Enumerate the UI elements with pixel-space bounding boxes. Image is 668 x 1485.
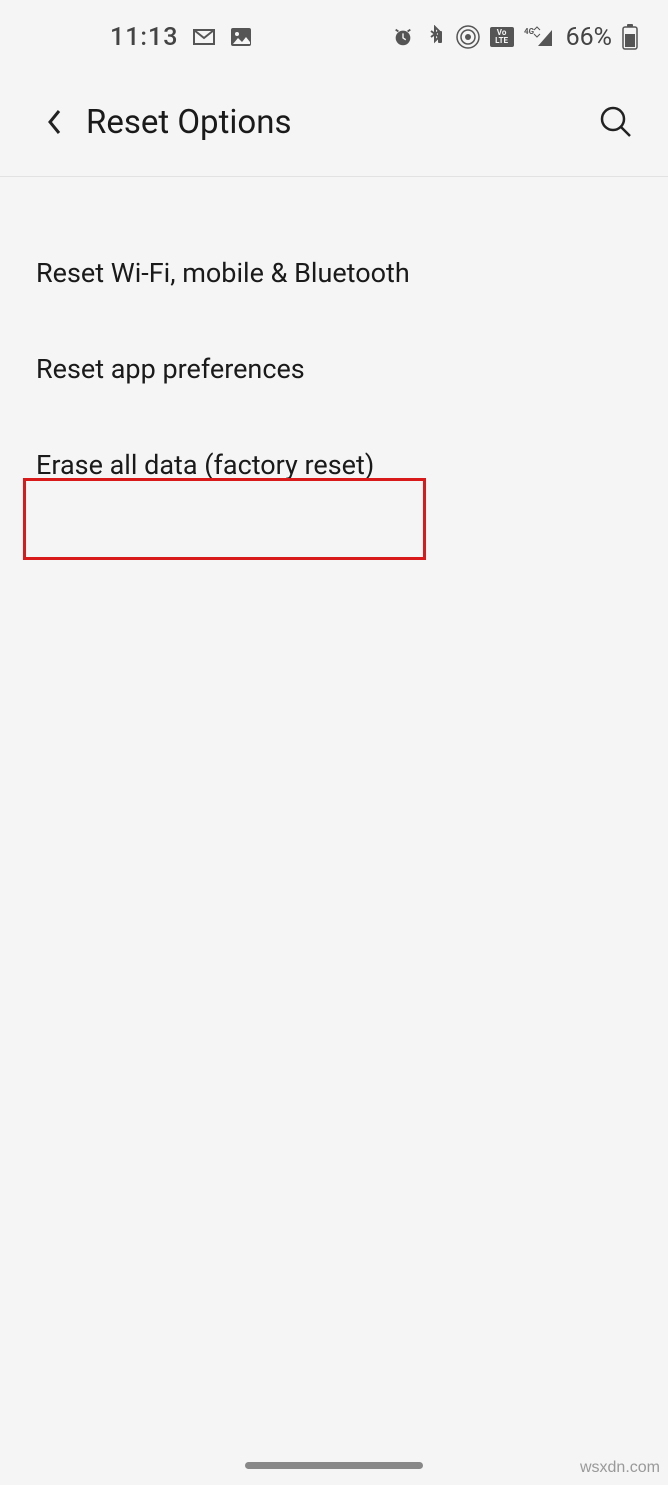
search-icon [599,105,633,139]
signal-icon: 4G [524,26,554,48]
app-header: Reset Options [0,60,668,177]
status-bar: 11:13 VoLTE 4G 66% [0,0,668,60]
image-icon [230,27,252,47]
volte-icon: VoLTE [490,27,514,47]
options-list: Reset Wi-Fi, mobile & Bluetooth Reset ap… [0,177,668,513]
battery-icon [622,24,638,50]
hotspot-icon [456,25,480,49]
svg-text:4G: 4G [524,27,535,36]
status-time: 11:13 [110,23,178,52]
watermark: wsxdn.com [580,1459,660,1477]
option-erase-all-data[interactable]: Erase all data (factory reset) [0,417,668,513]
option-reset-wifi[interactable]: Reset Wi-Fi, mobile & Bluetooth [0,225,668,321]
status-left: 11:13 [110,23,252,52]
gmail-icon [192,28,216,46]
alarm-icon [392,26,414,48]
search-button[interactable] [594,100,638,144]
status-right: VoLTE 4G 66% [392,23,638,52]
bluetooth-icon [424,25,446,49]
nav-handle[interactable] [245,1462,423,1469]
back-button[interactable] [36,104,72,140]
option-reset-app-prefs[interactable]: Reset app preferences [0,321,668,417]
chevron-left-icon [45,107,63,137]
battery-percent: 66% [566,23,612,52]
page-title: Reset Options [86,103,594,142]
